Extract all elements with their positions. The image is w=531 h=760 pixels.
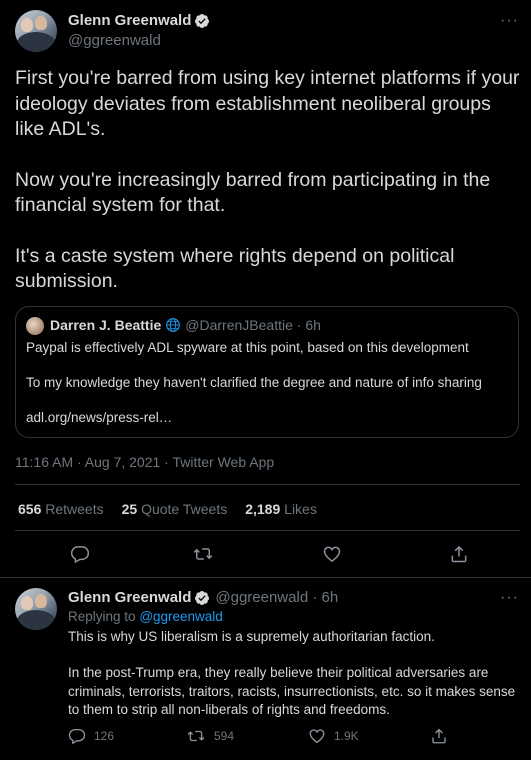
- reply-text-line: In the post-Trump era, they really belie…: [68, 665, 489, 680]
- retweet-icon[interactable]: [189, 540, 217, 568]
- share-button[interactable]: [430, 727, 448, 745]
- reply-text-line: to them to strip all non-liberals of rig…: [68, 702, 390, 717]
- engagement-stats: 656 Retweets 25 Quote Tweets 2,189 Likes: [18, 501, 317, 517]
- author-name[interactable]: Glenn Greenwald: [68, 12, 191, 29]
- main-tweet: Glenn Greenwald @ggreenwald ··· First yo…: [0, 0, 531, 578]
- reply-button[interactable]: 126: [68, 727, 114, 745]
- author-name-row: Glenn Greenwald: [68, 12, 210, 29]
- reply-author-name[interactable]: Glenn Greenwald: [68, 589, 191, 606]
- quoted-author-handle: @DarrenJBeattie · 6h: [185, 317, 321, 333]
- reply-icon: [68, 727, 86, 745]
- retweets-stat[interactable]: 656 Retweets: [18, 501, 104, 517]
- quoted-author-avatar: [26, 317, 44, 335]
- reply-text-line: criminals, terrorists, traitors, racists…: [68, 684, 516, 699]
- more-icon[interactable]: ···: [500, 589, 519, 607]
- reply-author-row: Glenn Greenwald @ggreenwald · 6h: [68, 589, 338, 606]
- reply-action-bar: 126 594 1.9K: [68, 727, 508, 749]
- tweet-text: First you're barred from using key inter…: [15, 66, 520, 320]
- quoted-tweet[interactable]: Darren J. Beattie @DarrenJBeattie · 6h P…: [15, 306, 519, 438]
- verified-badge-icon: [194, 13, 210, 29]
- quote-tweets-stat[interactable]: 25 Quote Tweets: [122, 501, 228, 517]
- retweet-button[interactable]: 594: [186, 727, 234, 745]
- tweet-paragraph: Now you're increasingly barred from part…: [15, 168, 491, 217]
- tweet-timestamp[interactable]: 11:16 AM · Aug 7, 2021 · Twitter Web App: [15, 454, 274, 470]
- quoted-author-name: Darren J. Beattie: [50, 317, 162, 333]
- tweet-action-bar: [0, 540, 531, 568]
- likes-stat[interactable]: 2,189 Likes: [245, 501, 317, 517]
- divider: [15, 484, 520, 485]
- globe-icon: [165, 317, 181, 333]
- replying-to: Replying to @ggreenwald: [68, 609, 223, 624]
- author-avatar[interactable]: [15, 10, 57, 52]
- quoted-text-line: To my knowledge they haven't clarified t…: [26, 375, 482, 390]
- verified-badge-icon: [194, 590, 210, 606]
- tweet-paragraph: It's a caste system where rights depend …: [15, 244, 455, 293]
- quoted-text-line: Paypal is effectively ADL spyware at thi…: [26, 340, 469, 355]
- reply-author-avatar[interactable]: [15, 588, 57, 630]
- quoted-link[interactable]: adl.org/news/press-rel…: [26, 410, 172, 425]
- quoted-author-row: Darren J. Beattie @DarrenJBeattie · 6h: [50, 317, 321, 333]
- more-icon[interactable]: ···: [500, 12, 519, 30]
- replying-to-label: Replying to: [68, 609, 136, 624]
- tweet-paragraph: First you're barred from using key inter…: [15, 67, 520, 140]
- like-icon[interactable]: [318, 540, 346, 568]
- reply-icon[interactable]: [66, 540, 94, 568]
- reply-count: 126: [94, 729, 115, 743]
- reply-author-handle[interactable]: @ggreenwald · 6h: [215, 589, 338, 606]
- share-icon[interactable]: [445, 540, 473, 568]
- like-count: 1.9K: [334, 729, 359, 743]
- reply-text-line: This is why US liberalism is a supremely…: [68, 629, 435, 644]
- like-icon: [308, 727, 326, 745]
- like-button[interactable]: 1.9K: [308, 727, 359, 745]
- retweet-count: 594: [214, 729, 235, 743]
- share-icon: [430, 727, 448, 745]
- retweet-icon: [186, 727, 206, 745]
- divider: [15, 530, 520, 531]
- replying-to-handle[interactable]: @ggreenwald: [139, 609, 223, 624]
- author-handle[interactable]: @ggreenwald: [68, 32, 161, 49]
